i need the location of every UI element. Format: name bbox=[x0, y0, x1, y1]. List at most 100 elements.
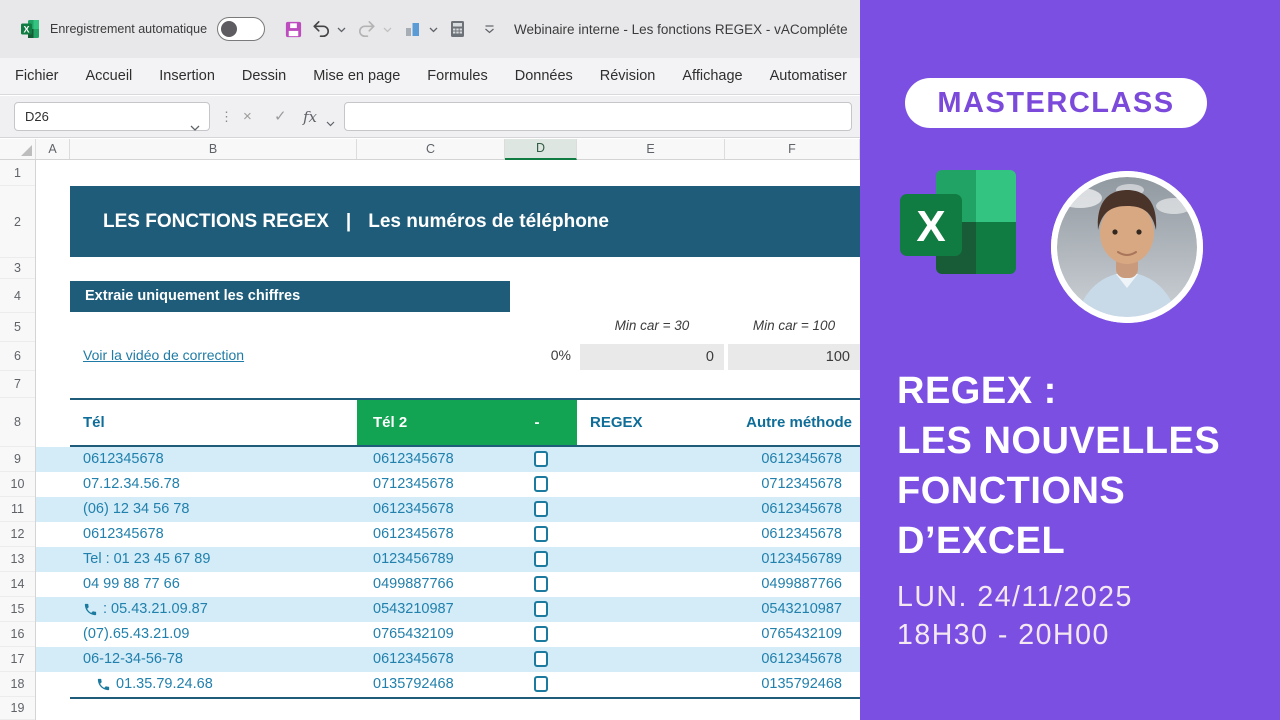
calculator-icon[interactable] bbox=[446, 17, 469, 41]
row-header-2[interactable]: 2 bbox=[0, 186, 35, 258]
header-tel2-cell: Tél 2 - bbox=[357, 400, 577, 445]
headline-line: REGEX : bbox=[897, 370, 1057, 412]
excel-window: X Enregistrement automatique Webinaire i… bbox=[0, 0, 860, 720]
cell-tel: 06-12-34-56-78 bbox=[83, 647, 183, 672]
presenter-avatar bbox=[1050, 170, 1204, 324]
row-header-12[interactable]: 12 bbox=[0, 522, 35, 547]
fx-chevron-icon[interactable] bbox=[326, 114, 335, 132]
undo-icon[interactable] bbox=[308, 17, 334, 41]
checkbox[interactable] bbox=[534, 601, 548, 617]
tab-dessin[interactable]: Dessin bbox=[242, 68, 286, 84]
checkbox[interactable] bbox=[534, 626, 548, 642]
insert-function-icon[interactable]: fx bbox=[303, 96, 317, 138]
chart-icon[interactable] bbox=[400, 17, 426, 41]
row-header-4[interactable]: 4 bbox=[0, 279, 35, 313]
ribbon-tabs: Fichier Accueil Insertion Dessin Mise en pag… bbox=[0, 58, 860, 95]
app: X Enregistrement automatique Webinaire i… bbox=[0, 0, 1280, 720]
row-header-5[interactable]: 5 bbox=[0, 313, 35, 342]
cell-tel2: 0612345678 bbox=[373, 651, 454, 667]
tel-value: 04 99 88 77 66 bbox=[83, 576, 180, 592]
cancel-icon[interactable]: × bbox=[243, 96, 252, 138]
column-header-C[interactable]: C bbox=[357, 139, 505, 159]
name-box-chevron-icon[interactable] bbox=[190, 114, 200, 141]
row-header-7[interactable]: 7 bbox=[0, 371, 35, 398]
cell-autre-methode: 0765432109 bbox=[761, 626, 842, 642]
column-header-B[interactable]: B bbox=[70, 139, 357, 159]
undo-menu-chevron-icon[interactable] bbox=[337, 20, 346, 38]
cell-tel: 04 99 88 77 66 bbox=[83, 572, 180, 597]
promo-time: 18H30 - 20H00 bbox=[897, 619, 1110, 651]
tel-value: (07).65.43.21.09 bbox=[83, 626, 190, 642]
name-box[interactable]: D26 bbox=[14, 102, 210, 131]
table-row: 01.35.79.24.68 0135792468 0135792468 bbox=[36, 672, 860, 697]
checkbox[interactable] bbox=[534, 676, 548, 692]
row-header-16[interactable]: 16 bbox=[0, 622, 35, 647]
row-header-13[interactable]: 13 bbox=[0, 547, 35, 572]
cell-tel2: 0135792468 bbox=[373, 676, 454, 692]
phone-icon bbox=[97, 678, 110, 691]
tab-accueil[interactable]: Accueil bbox=[86, 68, 133, 84]
row-header-9[interactable]: 9 bbox=[0, 447, 35, 472]
table-row: 06-12-34-56-78 0612345678 0612345678 bbox=[36, 647, 860, 672]
row-header-11[interactable]: 11 bbox=[0, 497, 35, 522]
cell-autre-methode: 0612345678 bbox=[761, 451, 842, 467]
checkbox[interactable] bbox=[534, 526, 548, 542]
tab-affichage[interactable]: Affichage bbox=[682, 68, 742, 84]
row-header-8[interactable]: 8 bbox=[0, 398, 35, 447]
chart-menu-chevron-icon[interactable] bbox=[429, 20, 438, 38]
column-header-F[interactable]: F bbox=[725, 139, 860, 159]
cell-autre-methode: 0543210987 bbox=[761, 601, 842, 617]
customize-toolbar-icon[interactable] bbox=[481, 22, 498, 37]
excel-logo-icon: X bbox=[898, 168, 1024, 282]
headline-line: D’EXCEL bbox=[897, 520, 1066, 562]
titlebar: X Enregistrement automatique Webinaire i… bbox=[0, 0, 860, 58]
checkbox[interactable] bbox=[534, 501, 548, 517]
headline-line: FONCTIONS bbox=[897, 470, 1126, 512]
column-header-D[interactable]: D bbox=[505, 139, 577, 160]
checkbox[interactable] bbox=[534, 451, 548, 467]
promo-datetime: LUN. 24/11/2025 18H30 - 20H00 bbox=[897, 578, 1133, 654]
table-body: 0612345678 0612345678 0612345678 07.12.34.5… bbox=[36, 447, 860, 697]
row-header-3[interactable]: 3 bbox=[0, 258, 35, 279]
table-row: 0612345678 0612345678 0612345678 bbox=[36, 447, 860, 472]
formula-input[interactable] bbox=[344, 102, 852, 131]
cell-tel: 01.35.79.24.68 bbox=[96, 672, 213, 697]
checkbox[interactable] bbox=[534, 651, 548, 667]
tab-fichier[interactable]: Fichier bbox=[15, 68, 59, 84]
tel-value: (06) 12 34 56 78 bbox=[83, 501, 190, 517]
cell-tel: 0612345678 bbox=[83, 447, 164, 472]
row-header-15[interactable]: 15 bbox=[0, 597, 35, 622]
row-header-6[interactable]: 6 bbox=[0, 342, 35, 371]
checkbox[interactable] bbox=[534, 576, 548, 592]
min-car-30-label: Min car = 30 bbox=[614, 318, 690, 333]
cell-tel2: 0712345678 bbox=[373, 476, 454, 492]
phone-icon bbox=[84, 603, 97, 616]
tab-automatiser[interactable]: Automatiser bbox=[770, 68, 847, 84]
column-header-A[interactable]: A bbox=[36, 139, 70, 159]
tab-révision[interactable]: Révision bbox=[600, 68, 656, 84]
tab-données[interactable]: Données bbox=[515, 68, 573, 84]
enter-icon[interactable]: ✓ bbox=[274, 96, 287, 138]
tel-value: 0612345678 bbox=[83, 451, 164, 467]
column-header-E[interactable]: E bbox=[577, 139, 725, 159]
tab-mise-en-page[interactable]: Mise en page bbox=[313, 68, 400, 84]
checkbox[interactable] bbox=[534, 476, 548, 492]
tab-formules[interactable]: Formules bbox=[427, 68, 487, 84]
save-icon[interactable] bbox=[281, 17, 306, 42]
row-header-17[interactable]: 17 bbox=[0, 647, 35, 672]
autosave-toggle[interactable] bbox=[217, 17, 266, 41]
cell-tel2: 0765432109 bbox=[373, 626, 454, 642]
row-header-10[interactable]: 10 bbox=[0, 472, 35, 497]
autosave-label: Enregistrement automatique bbox=[50, 22, 208, 36]
select-all-corner[interactable] bbox=[0, 139, 36, 159]
svg-text:X: X bbox=[916, 202, 945, 251]
row-header-18[interactable]: 18 bbox=[0, 672, 35, 697]
row-header-14[interactable]: 14 bbox=[0, 572, 35, 597]
row-header-1[interactable]: 1 bbox=[0, 160, 35, 186]
promo-headline: REGEX : LES NOUVELLES FONCTIONS D’EXCEL bbox=[897, 366, 1220, 566]
tab-insertion[interactable]: Insertion bbox=[159, 68, 215, 84]
row-header-19[interactable]: 19 bbox=[0, 697, 35, 720]
correction-video-link[interactable]: Voir la vidéo de correction bbox=[83, 347, 244, 363]
redo-icon[interactable] bbox=[354, 17, 380, 41]
checkbox[interactable] bbox=[534, 551, 548, 567]
